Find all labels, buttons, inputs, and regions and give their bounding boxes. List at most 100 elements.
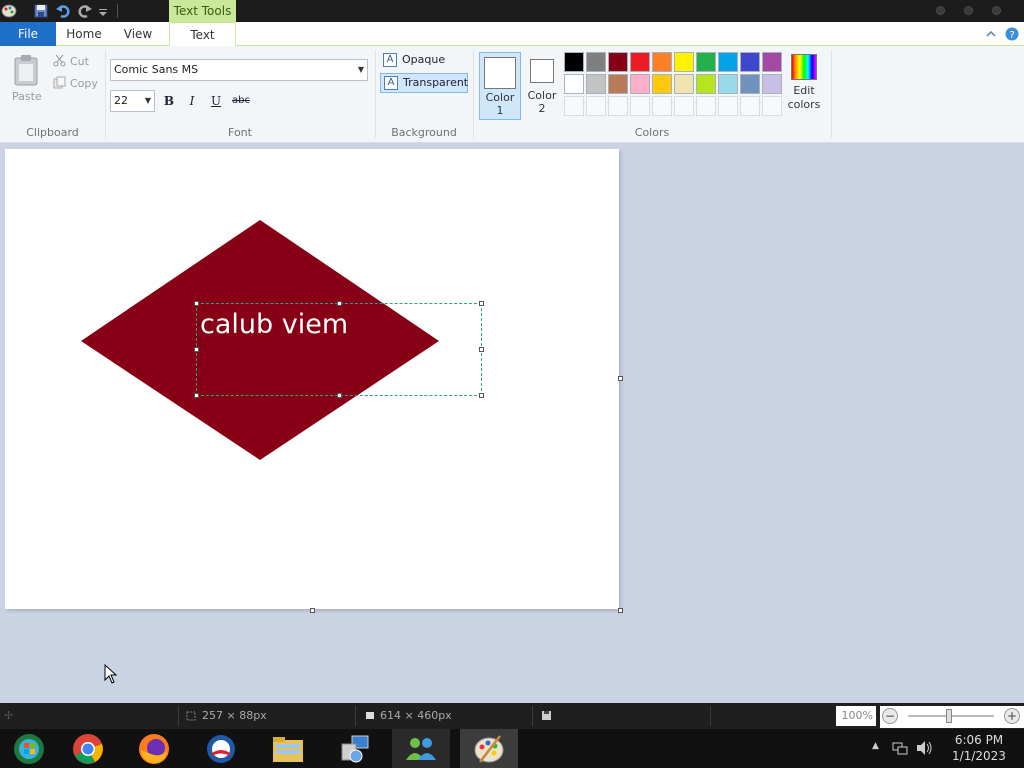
palette-swatch[interactable]: [674, 74, 694, 94]
palette-swatch[interactable]: [652, 74, 672, 94]
palette-swatch[interactable]: [696, 52, 716, 72]
palette-custom-slot[interactable]: [586, 96, 606, 116]
color-1-button[interactable]: Color 1: [479, 52, 521, 120]
font-family-select[interactable]: Comic Sans MS ▼: [110, 59, 368, 81]
system-clock[interactable]: 6:06 PM 1/1/2023: [948, 732, 1010, 764]
undo-icon[interactable]: [55, 3, 71, 19]
maximize-button[interactable]: [964, 6, 973, 15]
network-icon[interactable]: [892, 740, 908, 756]
opaque-label: Opaque: [402, 53, 446, 66]
chevron-down-icon: ▼: [357, 65, 364, 74]
palette-swatch[interactable]: [762, 52, 782, 72]
canvas-text[interactable]: calub viem: [200, 309, 348, 340]
copy-icon[interactable]: [53, 76, 66, 89]
palette-swatch[interactable]: [652, 52, 672, 72]
canvas-resize-handle-right[interactable]: [618, 376, 623, 381]
palette-swatch[interactable]: [564, 52, 584, 72]
palette-swatch[interactable]: [608, 74, 628, 94]
edit-colors-button[interactable]: Edit colors: [786, 54, 822, 112]
taskbar: ▲ 6:06 PM 1/1/2023: [0, 729, 1024, 768]
text-box-handle[interactable]: [337, 393, 342, 398]
palette-custom-slot[interactable]: [564, 96, 584, 116]
text-box-handle[interactable]: [337, 301, 342, 306]
palette-swatch[interactable]: [740, 74, 760, 94]
opaque-option[interactable]: A Opaque: [380, 51, 468, 71]
taskbar-firefox[interactable]: [125, 729, 183, 768]
canvas-resize-handle-corner[interactable]: [618, 608, 623, 613]
paint-app-icon[interactable]: [1, 3, 17, 19]
taskbar-messenger[interactable]: [392, 729, 450, 768]
underline-button[interactable]: U: [207, 92, 225, 110]
palette-custom-slot[interactable]: [630, 96, 650, 116]
color-2-button[interactable]: Color 2: [521, 52, 563, 120]
zoom-control: [880, 706, 1024, 728]
palette-swatch[interactable]: [608, 52, 628, 72]
taskbar-windows-media-center[interactable]: [0, 729, 58, 768]
volume-icon[interactable]: [916, 740, 934, 756]
minimize-ribbon-icon[interactable]: [985, 28, 997, 40]
strikethrough-button[interactable]: abc: [230, 92, 252, 110]
palette-swatch[interactable]: [696, 74, 716, 94]
tab-text[interactable]: Text: [169, 22, 236, 47]
font-size-select[interactable]: 22 ▼: [110, 90, 155, 112]
taskbar-chrome[interactable]: [59, 729, 117, 768]
text-box-handle[interactable]: [194, 301, 199, 306]
transparent-label: Transparent: [403, 76, 469, 89]
text-box-handle[interactable]: [194, 393, 199, 398]
canvas-workspace[interactable]: [0, 143, 1024, 703]
text-box-handle[interactable]: [479, 301, 484, 306]
tab-home[interactable]: Home: [60, 22, 108, 46]
palette-swatch[interactable]: [564, 74, 584, 94]
tab-file[interactable]: File: [0, 22, 56, 46]
opaque-icon: A: [383, 53, 397, 67]
cut-button[interactable]: Cut: [70, 55, 89, 68]
palette-swatch[interactable]: [630, 74, 650, 94]
obama-logo-icon: [207, 734, 235, 763]
scissors-icon[interactable]: [53, 54, 66, 67]
bold-button[interactable]: B: [160, 92, 178, 110]
palette-swatch[interactable]: [762, 74, 782, 94]
palette-custom-slot[interactable]: [696, 96, 716, 116]
palette-swatch[interactable]: [630, 52, 650, 72]
zoom-slider-thumb[interactable]: [946, 709, 952, 723]
text-tools-context-label: Text Tools: [169, 0, 236, 22]
paste-icon[interactable]: [12, 54, 40, 86]
color-2-number: 2: [538, 102, 546, 115]
palette-custom-slot[interactable]: [718, 96, 738, 116]
palette-custom-slot[interactable]: [762, 96, 782, 116]
customize-quick-access-icon[interactable]: [97, 3, 109, 19]
canvas-resize-handle-bottom[interactable]: [310, 608, 315, 613]
copy-button[interactable]: Copy: [70, 77, 98, 90]
palette-swatch[interactable]: [718, 52, 738, 72]
text-box-handle[interactable]: [479, 347, 484, 352]
palette-swatch[interactable]: [718, 74, 738, 94]
palette-swatch[interactable]: [586, 74, 606, 94]
tab-view[interactable]: View: [114, 22, 162, 46]
redo-icon[interactable]: [77, 3, 93, 19]
palette-swatch[interactable]: [674, 52, 694, 72]
palette-custom-slot[interactable]: [608, 96, 628, 116]
image-size: 614 × 460px: [380, 709, 452, 722]
palette-custom-slot[interactable]: [652, 96, 672, 116]
taskbar-paint[interactable]: [460, 729, 518, 768]
palette-swatch[interactable]: [740, 52, 760, 72]
minimize-button[interactable]: [936, 6, 945, 15]
zoom-in-button[interactable]: +: [1004, 708, 1020, 724]
paste-button[interactable]: Paste: [12, 90, 42, 103]
palette-swatch[interactable]: [586, 52, 606, 72]
text-box-handle[interactable]: [194, 347, 199, 352]
transparent-option[interactable]: A Transparent: [380, 73, 468, 93]
taskbar-network-setup[interactable]: [326, 729, 384, 768]
show-hidden-icons-icon[interactable]: ▲: [872, 741, 879, 751]
help-icon[interactable]: ?: [1005, 27, 1019, 41]
taskbar-obama-logo[interactable]: [192, 729, 250, 768]
text-box-handle[interactable]: [479, 393, 484, 398]
palette-custom-slot[interactable]: [740, 96, 760, 116]
palette-custom-slot[interactable]: [674, 96, 694, 116]
taskbar-file-explorer[interactable]: [259, 729, 317, 768]
close-button[interactable]: [992, 6, 1001, 15]
save-icon[interactable]: [33, 3, 49, 19]
zoom-out-button[interactable]: −: [882, 708, 898, 724]
italic-button[interactable]: I: [183, 92, 201, 110]
paint-icon: [474, 734, 504, 763]
